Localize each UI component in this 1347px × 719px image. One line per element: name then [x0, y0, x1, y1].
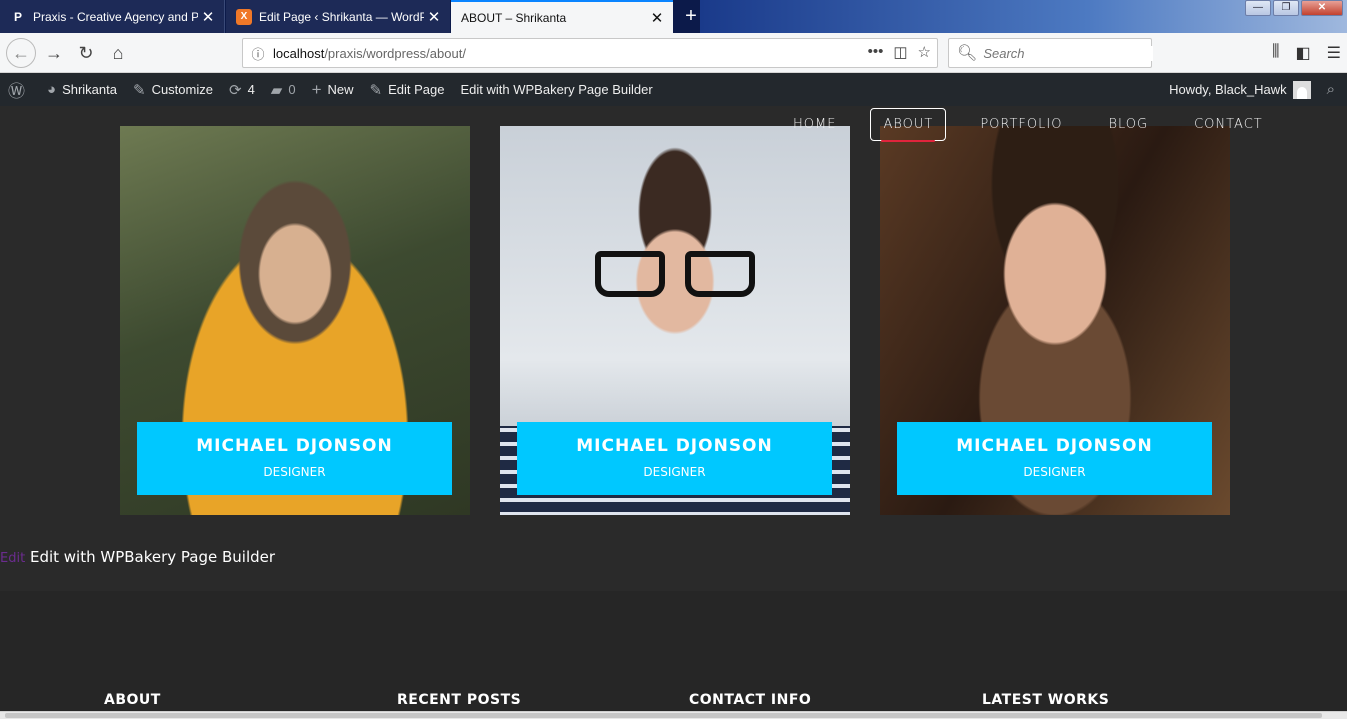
nav-portfolio[interactable]: PORTFOLIO: [968, 109, 1074, 140]
window-controls: — ❐ ✕: [1245, 0, 1343, 16]
menu-icon[interactable]: ☰: [1327, 43, 1341, 63]
account-menu[interactable]: Howdy, Black_Hawk: [1161, 73, 1319, 106]
home-icon[interactable]: ⌂: [104, 39, 132, 67]
site-name-link[interactable]: ◕ Shrikanta: [39, 73, 125, 106]
nav-contact[interactable]: CONTACT: [1182, 109, 1275, 140]
wpbakery-label: Edit with WPBakery Page Builder: [460, 82, 653, 97]
site-footer: ABOUT RECENT POSTS CONTACT INFO LATEST W…: [0, 591, 1347, 719]
wordpress-logo-button[interactable]: Ⓦ: [0, 73, 39, 106]
praxis-favicon-icon: P: [13, 9, 22, 24]
team-member-card: MICHAEL DJONSON DESIGNER: [120, 126, 470, 515]
team-grid: MICHAEL DJONSON DESIGNER MICHAEL DJONSON…: [120, 126, 1230, 515]
page-content: MICHAEL DJONSON DESIGNER MICHAEL DJONSON…: [0, 106, 1347, 719]
browser-tab-strip: P Praxis - Creative Agency and Po ✕ X Ed…: [0, 0, 1347, 33]
sidebar-icon[interactable]: ◧: [1296, 43, 1311, 63]
comments-count: 0: [288, 82, 296, 97]
close-tab-icon[interactable]: ✕: [647, 9, 667, 27]
library-icon[interactable]: ⫼: [1272, 43, 1279, 63]
new-content-link[interactable]: + New: [304, 73, 362, 106]
close-tab-icon[interactable]: ✕: [198, 8, 218, 26]
browser-tab-about[interactable]: ABOUT – Shrikanta ✕: [451, 0, 673, 33]
url-bar[interactable]: ⓘ localhost/praxis/wordpress/about/ ••• …: [242, 38, 938, 68]
footer-contact-info-heading: CONTACT INFO: [689, 692, 812, 708]
updates-link[interactable]: ⟳ 4: [221, 73, 263, 106]
tab-title: ABOUT – Shrikanta: [461, 10, 567, 25]
footer-latest-works-heading: LATEST WORKS: [982, 692, 1110, 708]
search-icon: 🔍︎: [957, 45, 978, 62]
tab-title: Edit Page ‹ Shrikanta — WordP: [259, 9, 424, 24]
edit-links: Edit Edit with WPBakery Page Builder: [0, 548, 275, 566]
team-member-name: MICHAEL DJONSON: [956, 436, 1153, 456]
new-label: New: [327, 82, 354, 97]
site-info-icon[interactable]: ⓘ: [243, 44, 273, 63]
main-navigation: HOME ABOUT PORTFOLIO BLOG CONTACT: [770, 108, 1286, 142]
restore-window-button[interactable]: ❐: [1273, 0, 1299, 16]
team-member-caption: MICHAEL DJONSON DESIGNER: [137, 422, 452, 495]
edit-page-label: Edit Page: [388, 82, 445, 97]
team-member-caption: MICHAEL DJONSON DESIGNER: [517, 422, 832, 495]
nav-about[interactable]: ABOUT: [870, 108, 947, 142]
howdy-label: Howdy, Black_Hawk: [1169, 82, 1287, 97]
updates-icon: ⟳: [228, 81, 242, 99]
plus-icon: +: [311, 79, 322, 99]
admin-search-button[interactable]: ⌕: [1319, 73, 1347, 106]
close-tab-icon[interactable]: ✕: [424, 8, 444, 26]
browser-toolbar: ← → ↻ ⌂ ⓘ localhost/praxis/wordpress/abo…: [0, 33, 1347, 73]
pocket-icon[interactable]: ◫: [893, 43, 907, 61]
tab-title: Praxis - Creative Agency and Po: [33, 9, 198, 24]
nav-home[interactable]: HOME: [781, 109, 848, 140]
bookmark-star-icon[interactable]: ☆: [918, 43, 931, 61]
wpbakery-edit-link[interactable]: Edit with WPBakery Page Builder: [30, 548, 275, 566]
wpbakery-link[interactable]: Edit with WPBakery Page Builder: [452, 73, 660, 106]
glasses-shape: [595, 251, 755, 297]
pencil-icon: ✎: [369, 81, 383, 99]
search-icon: ⌕: [1326, 81, 1335, 98]
wordpress-logo-icon: Ⓦ: [8, 82, 25, 101]
site-name-label: Shrikanta: [62, 82, 117, 97]
scrollbar-thumb[interactable]: [5, 713, 1322, 718]
team-member-caption: MICHAEL DJONSON DESIGNER: [897, 422, 1212, 495]
team-member-role: DESIGNER: [643, 465, 706, 479]
edit-page-link[interactable]: ✎ Edit Page: [362, 73, 453, 106]
search-input[interactable]: [983, 45, 1154, 61]
footer-recent-posts-heading: RECENT POSTS: [397, 692, 522, 708]
updates-count: 4: [247, 82, 255, 97]
team-member-name: MICHAEL DJONSON: [196, 436, 393, 456]
new-tab-button[interactable]: +: [680, 3, 702, 29]
avatar: [1292, 80, 1311, 99]
page-actions-icon[interactable]: •••: [868, 43, 884, 61]
customize-link[interactable]: ✎ Customize: [125, 73, 221, 106]
forward-arrow-icon[interactable]: →: [40, 39, 68, 67]
url-path: /praxis/wordpress/about/: [324, 45, 466, 61]
team-member-role: DESIGNER: [263, 465, 326, 479]
wp-admin-bar: Ⓦ ◕ Shrikanta ✎ Customize ⟳ 4 ▰ 0 + New ✎ Edit…: [0, 73, 1347, 106]
close-window-button[interactable]: ✕: [1301, 0, 1343, 16]
minimize-window-button[interactable]: —: [1245, 0, 1271, 16]
team-member-role: DESIGNER: [1023, 465, 1086, 479]
horizontal-scrollbar[interactable]: [0, 711, 1347, 719]
nav-blog[interactable]: BLOG: [1096, 109, 1160, 140]
edit-link[interactable]: Edit: [0, 551, 25, 566]
browser-tab-praxis[interactable]: P Praxis - Creative Agency and Po ✕: [0, 0, 225, 33]
url-text[interactable]: localhost/praxis/wordpress/about/: [273, 46, 466, 61]
team-member-card: MICHAEL DJONSON DESIGNER: [500, 126, 850, 515]
comment-icon: ▰: [270, 81, 283, 99]
team-member-name: MICHAEL DJONSON: [576, 436, 773, 456]
footer-about-heading: ABOUT: [104, 692, 161, 708]
team-member-card: MICHAEL DJONSON DESIGNER: [880, 126, 1230, 515]
back-arrow-icon[interactable]: ←: [6, 38, 36, 68]
dashboard-icon: ◕: [47, 81, 57, 98]
xampp-favicon-icon: X: [236, 8, 252, 25]
brush-icon: ✎: [132, 81, 146, 99]
customize-label: Customize: [151, 82, 213, 97]
search-box[interactable]: 🔍︎: [948, 38, 1154, 68]
reload-icon[interactable]: ↻: [72, 39, 100, 67]
browser-tab-edit-page[interactable]: X Edit Page ‹ Shrikanta — WordP ✕: [226, 0, 450, 33]
url-host: localhost: [273, 45, 325, 61]
comments-link[interactable]: ▰ 0: [263, 73, 304, 106]
